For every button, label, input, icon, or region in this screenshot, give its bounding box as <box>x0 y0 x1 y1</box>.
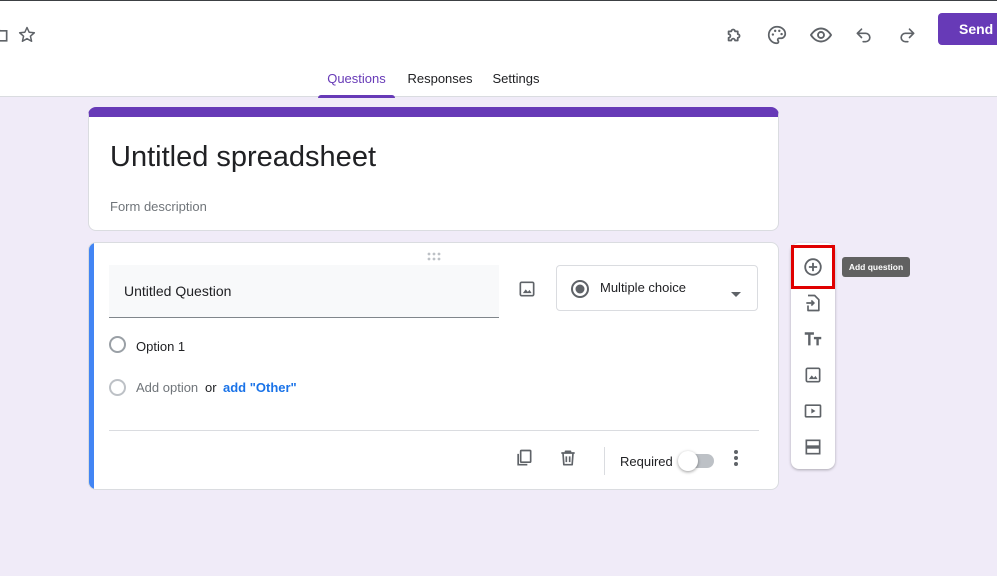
question-type-label: Multiple choice <box>600 280 686 295</box>
question-type-select[interactable]: Multiple choice <box>556 265 758 311</box>
form-title[interactable]: Untitled spreadsheet <box>110 141 376 174</box>
tab-settings[interactable]: Settings <box>486 71 546 97</box>
add-other-link[interactable]: add "Other" <box>223 380 297 395</box>
tab-responses[interactable]: Responses <box>402 71 478 97</box>
add-video-icon[interactable] <box>799 397 827 425</box>
caret-down-icon <box>731 285 741 303</box>
import-questions-icon[interactable] <box>799 289 827 317</box>
add-question-highlight <box>791 245 835 289</box>
question-title-input[interactable]: Untitled Question <box>109 265 499 318</box>
add-question-tooltip: Add question <box>842 257 910 277</box>
option-radio <box>109 336 126 353</box>
folder-icon[interactable] <box>0 23 12 47</box>
form-description-field[interactable]: Form description <box>110 199 207 214</box>
app-header: Send Questions Responses Settings <box>0 0 997 98</box>
addon-icon[interactable] <box>715 15 755 55</box>
required-toggle[interactable] <box>678 451 714 471</box>
star-icon[interactable] <box>15 23 39 47</box>
add-option-button[interactable]: Add option <box>136 380 198 395</box>
radio-button-icon <box>570 279 590 304</box>
form-title-card[interactable]: Untitled spreadsheet Form description <box>88 107 779 231</box>
required-toggle-knob <box>678 451 698 471</box>
question-footer-divider <box>109 430 759 431</box>
palette-icon[interactable] <box>757 15 797 55</box>
send-button[interactable]: Send <box>938 13 997 45</box>
add-section-icon[interactable] <box>799 433 827 461</box>
undo-icon[interactable] <box>844 15 884 55</box>
question-title: Untitled Question <box>124 283 232 299</box>
drag-handle-icon[interactable] <box>426 249 442 261</box>
add-option-radio <box>109 379 126 396</box>
footer-separator <box>604 447 605 475</box>
redo-icon[interactable] <box>887 15 927 55</box>
tab-questions[interactable]: Questions <box>318 71 395 98</box>
eye-icon[interactable] <box>801 15 841 55</box>
image-icon[interactable] <box>511 273 543 305</box>
question-toolbar <box>791 243 835 469</box>
form-tabs: Questions Responses Settings <box>0 71 997 98</box>
title-text-icon[interactable] <box>799 325 827 353</box>
duplicate-icon[interactable] <box>510 444 538 472</box>
option-1-input[interactable]: Option 1 <box>136 339 185 354</box>
add-image-icon[interactable] <box>799 361 827 389</box>
or-text: or <box>205 380 217 395</box>
question-card[interactable]: Untitled Question Multiple choice Option… <box>88 242 779 490</box>
more-options-icon[interactable] <box>722 444 750 472</box>
required-label: Required <box>620 454 673 469</box>
delete-icon[interactable] <box>554 444 582 472</box>
